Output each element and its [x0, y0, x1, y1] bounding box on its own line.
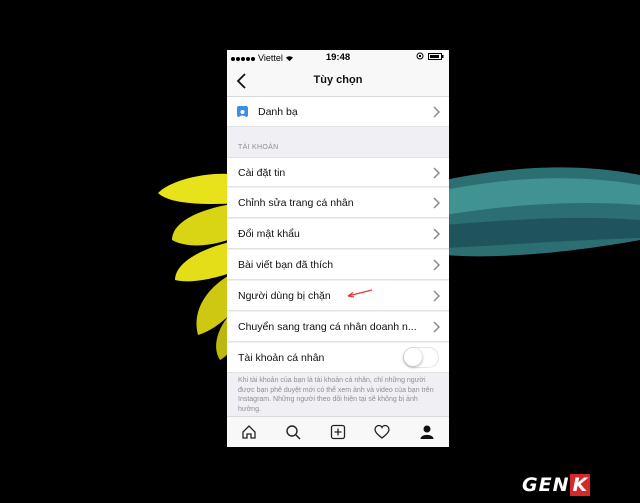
chevron-right-icon — [433, 259, 440, 271]
page-title: Tùy chọn — [313, 74, 363, 86]
menu-item-edit-profile[interactable]: Chỉnh sửa trang cá nhân — [227, 188, 449, 218]
toggle-knob — [404, 348, 422, 366]
chevron-right-icon — [433, 228, 440, 240]
menu-item-label: Cài đặt tin — [238, 167, 286, 179]
chevron-right-icon — [433, 167, 440, 179]
menu-item-label: Đổi mật khẩu — [238, 228, 300, 240]
battery-icon — [428, 52, 444, 60]
status-right — [416, 52, 444, 60]
genk-watermark-logo: GEN K — [522, 474, 591, 496]
blue-sleeve-decoration — [445, 167, 640, 257]
add-icon[interactable] — [330, 424, 346, 440]
lock-rotation-icon — [416, 52, 424, 60]
menu-item-change-password[interactable]: Đổi mật khẩu — [227, 219, 449, 249]
profile-icon[interactable] — [419, 424, 435, 440]
menu-item-blocked-users[interactable]: Người dùng bị chặn — [227, 281, 449, 311]
private-account-note: Khi tài khoản của bạn là tài khoản cá nh… — [238, 377, 434, 413]
menu-item-label: Chuyển sang trang cá nhân doanh n... — [238, 321, 417, 333]
navigation-bar: Tùy chọn — [227, 66, 449, 97]
heart-icon[interactable] — [374, 424, 390, 440]
account-section-header: TÀI KHOẢN — [238, 144, 279, 151]
contacts-icon — [237, 106, 248, 118]
contacts-row[interactable]: Danh bạ — [227, 97, 449, 127]
phone-screen: Viettel 19:48 Tùy chọn Danh bạ TÀI KHOẢN… — [227, 50, 449, 447]
menu-item-label: Người dùng bị chặn — [238, 290, 331, 302]
red-arrow-annotation — [347, 289, 373, 298]
search-icon[interactable] — [285, 424, 301, 440]
private-account-row: Tài khoản cá nhân — [227, 343, 449, 373]
logo-accent: K — [570, 474, 591, 496]
contacts-label: Danh bạ — [258, 106, 298, 118]
chevron-right-icon — [433, 197, 440, 209]
tab-bar — [227, 416, 449, 447]
menu-item-story-settings[interactable]: Cài đặt tin — [227, 157, 449, 187]
chevron-right-icon — [433, 321, 440, 333]
home-icon[interactable] — [241, 424, 257, 440]
private-account-toggle[interactable] — [403, 347, 439, 368]
menu-item-switch-business[interactable]: Chuyển sang trang cá nhân doanh n... — [227, 312, 449, 342]
private-account-label: Tài khoản cá nhân — [238, 352, 325, 364]
menu-item-label: Chỉnh sửa trang cá nhân — [238, 197, 354, 209]
chevron-right-icon — [433, 106, 440, 118]
logo-text: GEN — [522, 474, 570, 496]
chevron-right-icon — [433, 290, 440, 302]
status-bar: Viettel 19:48 — [227, 50, 449, 66]
menu-item-label: Bài viết bạn đã thích — [238, 259, 334, 271]
menu-item-liked-posts[interactable]: Bài viết bạn đã thích — [227, 250, 449, 280]
